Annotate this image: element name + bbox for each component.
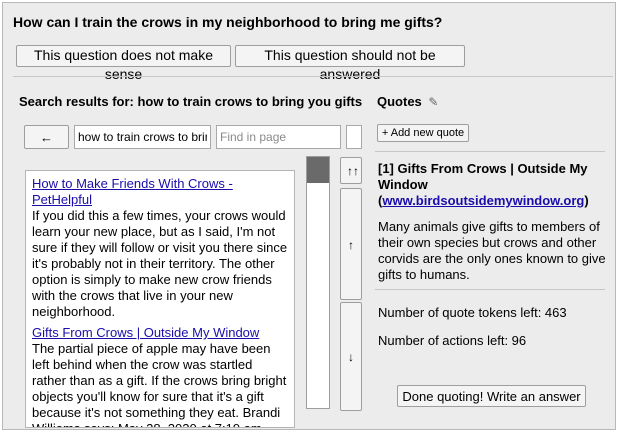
scroll-up-button[interactable]: ↑ (340, 188, 362, 300)
search-result: How to Make Friends With Crows - PetHelp… (32, 176, 288, 320)
scroll-down-button[interactable]: ↓ (340, 302, 362, 411)
pencil-icon[interactable]: ✎ (428, 95, 438, 109)
quote-source-link[interactable]: www.birdsoutsidemywindow.org (382, 193, 584, 208)
results-scrollbar[interactable] (306, 156, 330, 409)
scroll-to-top-button[interactable]: ↑↑ (340, 157, 362, 184)
find-in-page-input[interactable] (216, 125, 341, 149)
divider (13, 76, 613, 77)
quotes-heading: Quotes ✎ (377, 94, 438, 110)
result-snippet: The partial piece of apple may have been… (32, 341, 287, 427)
does-not-make-sense-button[interactable]: This question does not make sense (16, 45, 231, 82)
quotes-title: Quotes (377, 94, 422, 109)
search-results-list[interactable]: How to Make Friends With Crows - PetHelp… (25, 170, 295, 428)
actions-left: Number of actions left: 96 (378, 333, 527, 348)
divider (375, 151, 605, 152)
back-button[interactable]: ← (24, 125, 69, 149)
scrollbar-thumb[interactable] (307, 157, 329, 183)
search-query-input[interactable] (74, 125, 211, 149)
result-title-link[interactable]: Gifts From Crows | Outside My Window (32, 325, 288, 341)
quote-tokens-left: Number of quote tokens left: 463 (378, 305, 567, 320)
done-quoting-button[interactable]: Done quoting! Write an answer (397, 385, 586, 407)
search-results-heading: Search results for: how to train crows t… (19, 94, 363, 109)
question-title: How can I train the crows in my neighbor… (13, 14, 443, 30)
result-title-link[interactable]: How to Make Friends With Crows - PetHelp… (32, 176, 288, 208)
quote-title: Gifts From Crows | Outside My Window (378, 161, 588, 192)
find-count-field[interactable] (346, 125, 362, 149)
app-window: How can I train the crows in my neighbor… (2, 2, 616, 430)
add-new-quote-button[interactable]: + Add new quote (377, 124, 469, 142)
divider (375, 289, 605, 290)
quote-header: [1] Gifts From Crows | Outside My Window… (378, 161, 589, 208)
quote-number: [1] (378, 161, 394, 176)
search-result: Gifts From Crows | Outside My Window The… (32, 325, 288, 427)
result-snippet: If you did this a few times, your crows … (32, 208, 288, 319)
quote-text: Many animals give gifts to members of th… (378, 219, 606, 282)
should-not-be-answered-button[interactable]: This question should not be answered (235, 45, 465, 82)
